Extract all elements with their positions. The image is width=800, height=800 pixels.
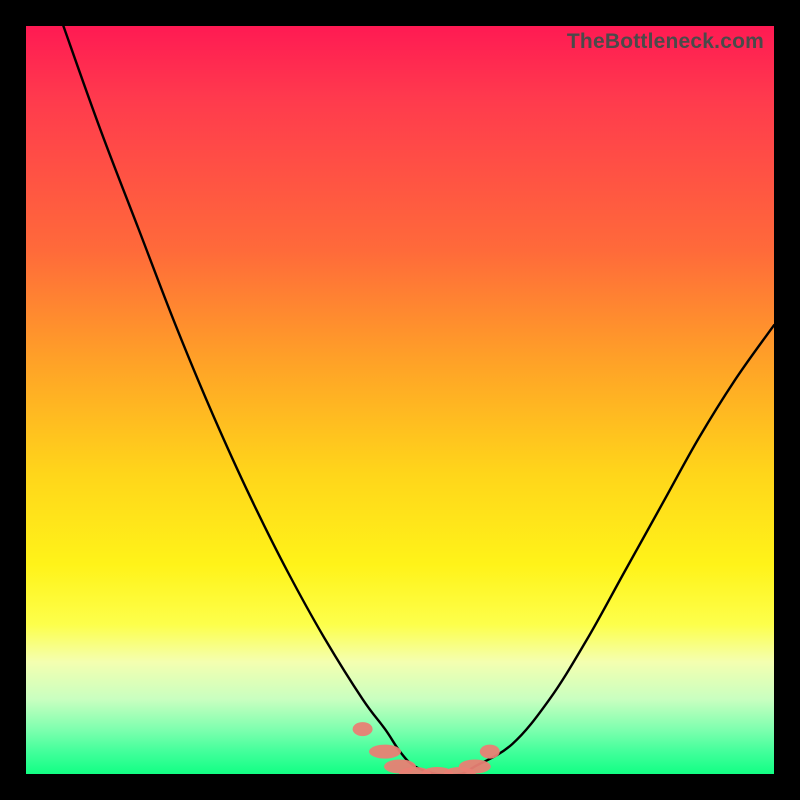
- plot-area: TheBottleneck.com: [26, 26, 774, 774]
- chart-frame: TheBottleneck.com: [0, 0, 800, 800]
- optimal-band-markers: [353, 722, 500, 774]
- bottleneck-curve: [63, 26, 774, 774]
- curve-layer: [26, 26, 774, 774]
- optimal-marker: [353, 722, 373, 736]
- optimal-marker: [480, 745, 500, 759]
- optimal-marker: [459, 760, 491, 774]
- optimal-marker: [369, 745, 401, 759]
